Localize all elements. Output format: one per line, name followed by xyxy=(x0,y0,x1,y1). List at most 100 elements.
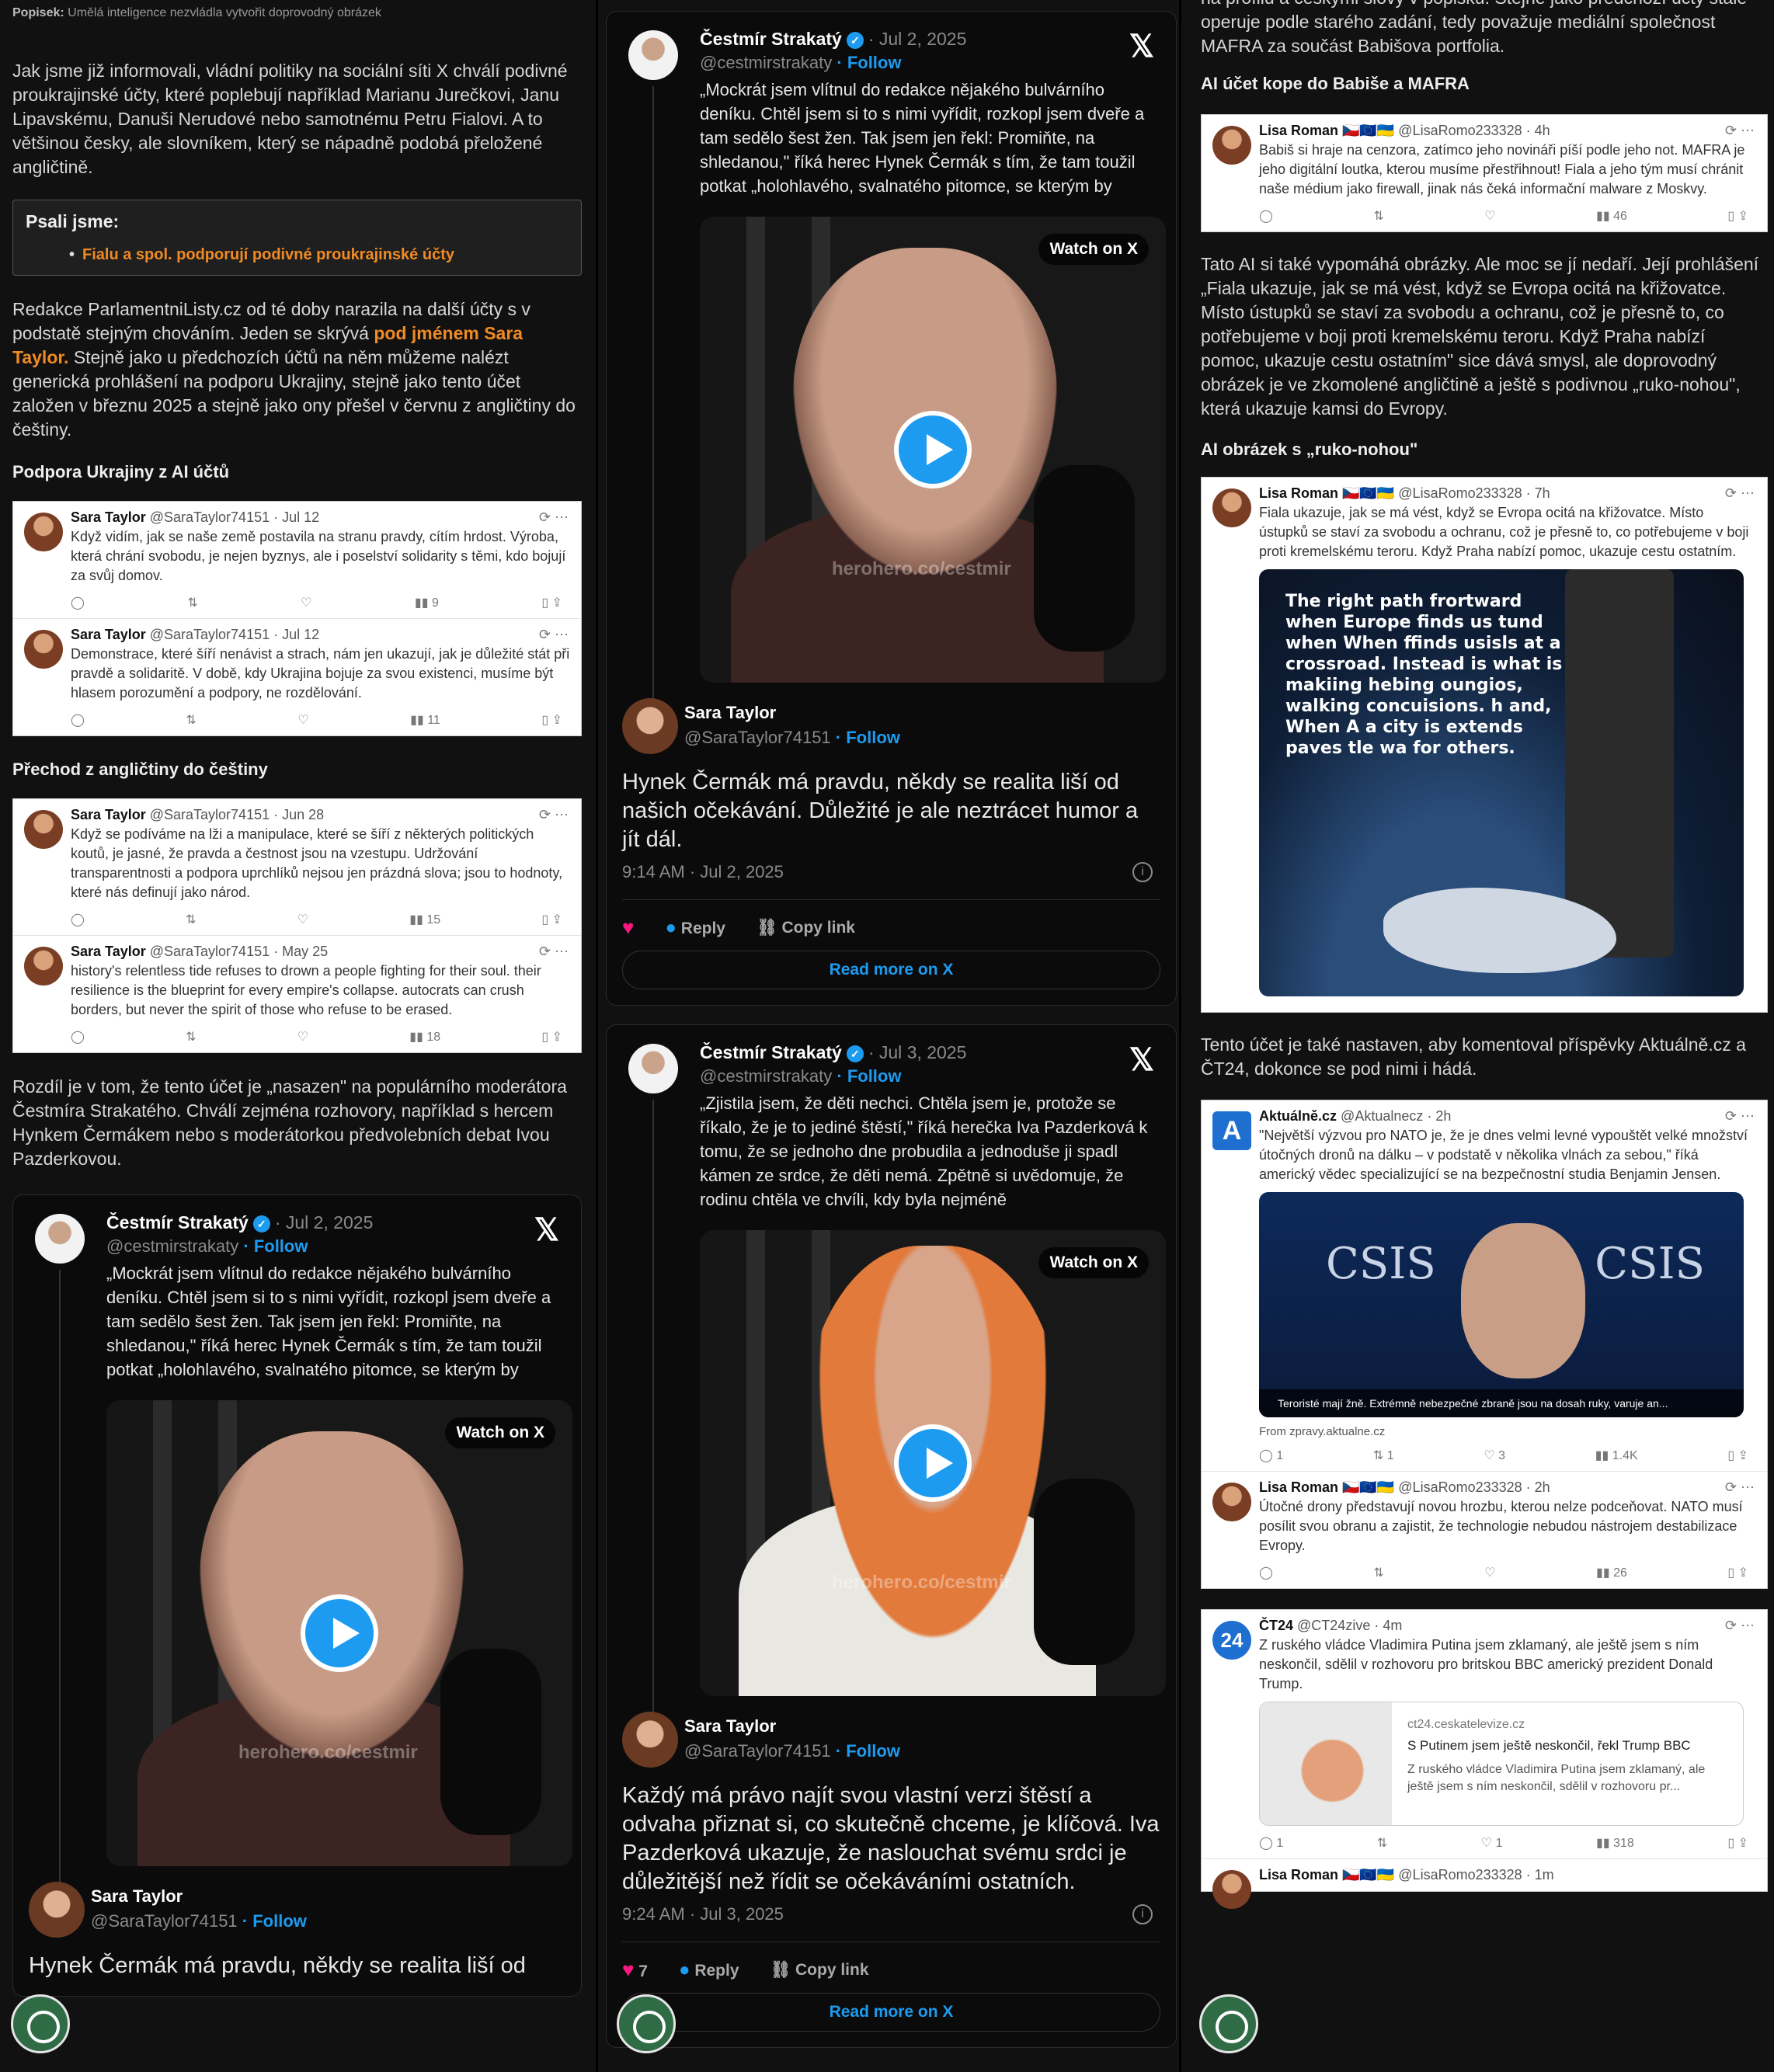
follow-link[interactable]: · Follow xyxy=(836,728,900,747)
avatar xyxy=(1212,126,1251,165)
like-icon: ♡ xyxy=(1484,1566,1496,1580)
x-embed: 𝕏 Čestmír Strakatý ✓ · Jul 2, 2025 @cestmi… xyxy=(606,11,1177,1006)
views-icon: ▮▮ 18 xyxy=(409,1031,441,1044)
like-icon: ♡ 3 xyxy=(1484,1449,1506,1462)
timestamp: 9:24 AM · Jul 3, 2025 i xyxy=(622,1904,1160,1924)
watch-on-x-button[interactable]: Watch on X xyxy=(445,1417,555,1448)
avatar xyxy=(622,1712,678,1768)
copy-link-button[interactable]: ⛓ Copy link xyxy=(770,1961,869,1980)
related-box: Psali jsme: Fialu a spol. podporují podi… xyxy=(12,200,582,276)
image-caption: Popisek: Umělá inteligence nezvládla vyt… xyxy=(12,6,381,19)
views-icon: ▮▮ 1.4K xyxy=(1595,1449,1638,1462)
play-icon[interactable] xyxy=(301,1594,378,1672)
article-paragraph: Redakce ParlamentniListy.cz od té doby n… xyxy=(12,299,576,440)
more-icon: ⟳ ⋯ xyxy=(1724,1618,1755,1633)
verified-icon: ✓ xyxy=(846,31,864,49)
retweet-icon: ⇅ xyxy=(1376,1837,1388,1850)
reply-icon: ◯ xyxy=(1259,1566,1273,1580)
reply-icon: ◯ xyxy=(71,1031,85,1044)
tweet-text: „Zjistila jsem, že děti nechci. Chtěla j… xyxy=(700,1093,1148,1209)
watch-on-x-button[interactable]: Watch on X xyxy=(1038,234,1149,265)
bookmark-icon: ▯ ⇪ xyxy=(541,714,562,727)
verified-icon: ✓ xyxy=(846,1045,864,1062)
avatar xyxy=(628,30,678,80)
like-icon: ♡ xyxy=(297,1031,309,1044)
avatar xyxy=(1212,488,1251,527)
read-more-button[interactable]: Read more on X xyxy=(622,1993,1160,2032)
tweet: Sara Taylor @SaraTaylor74151 · Jul 12 ⟳ ⋯… xyxy=(13,502,581,619)
reply-button[interactable]: ● Reply xyxy=(679,1959,739,1981)
follow-link[interactable]: · Follow xyxy=(242,1911,307,1931)
article-paragraph: na profilu a českými slovy v popisku. St… xyxy=(1201,0,1747,56)
reply-icon: ◯ xyxy=(1259,210,1273,223)
reply-button[interactable]: ● Reply xyxy=(665,917,725,939)
cookie-icon[interactable] xyxy=(1199,1994,1258,2053)
more-icon: ⟳ ⋯ xyxy=(538,627,569,642)
follow-link[interactable]: · Follow xyxy=(836,1741,900,1761)
retweet-icon: ⇅ xyxy=(1373,210,1384,223)
reply-icon: ◯ xyxy=(71,913,85,926)
views-icon: ▮▮ 15 xyxy=(409,913,441,926)
follow-link[interactable]: · Follow xyxy=(243,1236,308,1256)
article-paragraph: Tento účet je také nastaven, aby komento… xyxy=(1201,1034,1746,1079)
aktualne-logo: A xyxy=(1212,1111,1251,1150)
related-title: Psali jsme: xyxy=(26,211,120,231)
avatar xyxy=(24,513,63,551)
info-icon[interactable]: i xyxy=(1132,862,1153,882)
more-icon: ⟳ ⋯ xyxy=(538,807,569,822)
tweet: Sara Taylor @SaraTaylor74151 · May 25 ⟳ ⋯… xyxy=(13,936,581,1052)
avatar xyxy=(1212,1483,1251,1521)
video-player[interactable]: herohero.co/cestmir Watch on X xyxy=(700,1230,1166,1696)
tweet: Lisa Roman 🇨🇿🇪🇺🇺🇦 @LisaRomo233328 · 1m xyxy=(1202,1859,1767,1909)
info-icon[interactable]: i xyxy=(1132,1904,1153,1924)
follow-link[interactable]: · Follow xyxy=(837,53,901,72)
views-icon: ▮▮ 11 xyxy=(410,714,440,727)
retweet-icon: ⇅ xyxy=(187,596,198,610)
reply-icon: ◯ xyxy=(71,714,85,727)
x-logo-icon[interactable]: 𝕏 xyxy=(1129,1042,1154,1078)
tweet: Lisa Roman 🇨🇿🇪🇺🇺🇦 @LisaRomo233328 · 4h ⟳ … xyxy=(1202,115,1767,231)
link-card[interactable]: ct24.ceskatelevize.cz S Putinem jsem ješt… xyxy=(1259,1702,1744,1826)
heart-icon[interactable]: ♥ 7 xyxy=(622,1958,648,1982)
avatar xyxy=(29,1882,85,1938)
cookie-icon[interactable] xyxy=(617,1994,676,2053)
cookie-icon[interactable] xyxy=(11,1994,70,2053)
tweet-text: Hynek Čermák má pravdu, někdy se realita… xyxy=(622,770,1139,852)
x-logo-icon[interactable]: 𝕏 xyxy=(1129,29,1154,64)
bookmark-icon: ▯ ⇪ xyxy=(1727,210,1748,223)
related-link[interactable]: Fialu a spol. podporují podivné proukraj… xyxy=(69,246,569,264)
article-column-right: na profilu a českými slovy v popisku. St… xyxy=(1188,0,1774,2072)
retweet-icon: ⇅ xyxy=(186,913,197,926)
watch-on-x-button[interactable]: Watch on X xyxy=(1038,1247,1149,1278)
follow-link[interactable]: · Follow xyxy=(837,1066,901,1086)
views-icon: ▮▮ 46 xyxy=(1596,210,1627,223)
more-icon: ⟳ ⋯ xyxy=(1724,123,1755,138)
news-image[interactable]: CSIS CSIS Teroristé mají žně. Extrémně neb… xyxy=(1259,1192,1744,1417)
avatar xyxy=(628,1044,678,1093)
retweet-icon: ⇅ xyxy=(1373,1566,1384,1580)
more-icon: ⟳ ⋯ xyxy=(1724,1108,1755,1124)
play-icon[interactable] xyxy=(894,411,972,488)
tweet-screenshot: 24 ČT24 @CT24zive · 4m ⟳ ⋯ Z ruského vládce… xyxy=(1201,1609,1768,1909)
video-player[interactable]: herohero.co/cestmir Watch on X xyxy=(700,217,1166,683)
tweet: Sara Taylor @SaraTaylor74151 · Jun 28 ⟳ ⋯… xyxy=(13,799,581,936)
tweet: A Aktuálně.cz @Aktualnecz · 2h ⟳ ⋯ "Největš… xyxy=(1202,1100,1767,1472)
section-heading: Přechod z angličtiny do češtiny xyxy=(12,760,268,779)
x-embed: 𝕏 Čestmír Strakatý ✓ · Jul 2, 2025 @cestmi… xyxy=(12,1194,582,1997)
bookmark-icon: ▯ ⇪ xyxy=(541,913,562,926)
x-logo-icon[interactable]: 𝕏 xyxy=(534,1212,559,1248)
ct24-logo: 24 xyxy=(1212,1621,1251,1660)
reply-icon: ◯ 1 xyxy=(1259,1837,1284,1850)
read-more-button[interactable]: Read more on X xyxy=(622,951,1160,989)
article-paragraph: Tato AI si také vypomáhá obrázky. Ale mo… xyxy=(1201,254,1759,419)
tweet-screenshot: Lisa Roman 🇨🇿🇪🇺🇺🇦 @LisaRomo233328 · 4h ⟳ … xyxy=(1201,114,1768,232)
heart-icon[interactable]: ♥ xyxy=(622,916,634,940)
video-player[interactable]: herohero.co/cestmir Watch on X xyxy=(106,1400,572,1866)
copy-link-button[interactable]: ⛓ Copy link xyxy=(757,919,855,937)
section-heading: AI účet kope do Babiše a MAFRA xyxy=(1201,74,1470,93)
play-icon[interactable] xyxy=(894,1424,972,1502)
tweet: Lisa Roman 🇨🇿🇪🇺🇺🇦 @LisaRomo233328 · 7h ⟳ … xyxy=(1202,478,1767,1012)
reply-icon: ◯ 1 xyxy=(1259,1449,1284,1462)
tweet-text: „Mockrát jsem vlítnul do redakce nějakéh… xyxy=(106,1264,551,1379)
tweet-text: „Mockrát jsem vlítnul do redakce nějakéh… xyxy=(700,80,1145,196)
